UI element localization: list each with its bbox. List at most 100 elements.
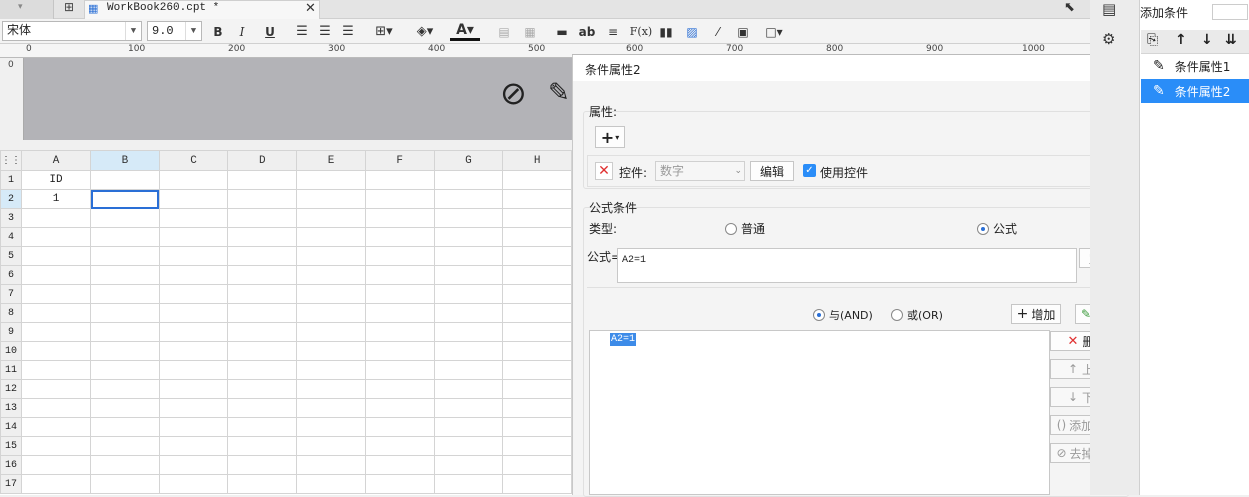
font-size-select[interactable]: 9.0 ▼ — [147, 21, 202, 41]
cell[interactable] — [296, 170, 366, 190]
cell[interactable] — [296, 189, 366, 209]
use-control-checkbox[interactable]: ✓ — [803, 164, 816, 177]
copy-icon[interactable]: ⎘ — [1147, 32, 1158, 48]
merge-icon[interactable]: ▤ — [496, 22, 512, 41]
italic-button[interactable]: I — [234, 22, 250, 41]
row-header[interactable]: 3 — [0, 208, 22, 228]
move-bottom-icon[interactable]: ⇊ — [1225, 32, 1237, 48]
border-icon[interactable]: ⊞▾ — [370, 22, 398, 41]
row-header[interactable]: 15 — [0, 436, 22, 456]
row-header[interactable]: 12 — [0, 379, 22, 399]
type-formula-radio[interactable]: 公式 — [977, 220, 1017, 237]
type-normal-radio[interactable]: 普通 — [725, 220, 765, 237]
panel-input[interactable] — [1212, 4, 1248, 20]
row-header[interactable]: 8 — [0, 303, 22, 323]
cell[interactable] — [364, 170, 435, 190]
row-header[interactable]: 9 — [0, 322, 22, 342]
condition-list[interactable]: A2=1 — [589, 330, 1050, 495]
edit-button[interactable]: 编辑 — [750, 161, 794, 181]
row-header[interactable]: 7 — [0, 284, 22, 304]
arrow-down-icon[interactable]: ↓ — [1201, 32, 1213, 48]
ruler-tick: 500 — [528, 44, 546, 54]
font-select[interactable]: 宋体 ▼ — [2, 21, 142, 41]
formula-button[interactable]: F(x) — [630, 22, 652, 41]
row-header[interactable]: 17 — [0, 474, 22, 494]
font-color-icon[interactable]: A▾ — [450, 22, 480, 41]
cell[interactable] — [433, 189, 504, 209]
row-header[interactable]: 16 — [0, 455, 22, 475]
column-header[interactable]: H — [502, 150, 572, 171]
minus-icon[interactable]: ▬ — [554, 22, 570, 41]
chart-icon[interactable]: ▮▮ — [658, 22, 674, 41]
ruler-tick: 400 — [428, 44, 446, 54]
bold-button[interactable]: B — [210, 22, 226, 41]
slash-icon[interactable]: ⁄ — [710, 22, 726, 41]
close-icon[interactable]: ✕ — [305, 1, 316, 16]
select-all-corner[interactable]: ⋮⋮ — [0, 150, 22, 171]
frame-icon[interactable]: □▾ — [760, 22, 788, 41]
layout-icon[interactable]: ▤ — [1102, 0, 1116, 18]
control-value: 数字 — [660, 164, 685, 178]
cell-b2-selected[interactable] — [90, 189, 160, 209]
remove-control-icon[interactable]: ✕ — [595, 162, 613, 180]
pencil-icon[interactable]: ✎ — [548, 78, 570, 108]
cell[interactable] — [158, 170, 229, 190]
cell[interactable] — [502, 170, 572, 190]
row-header[interactable]: 10 — [0, 341, 22, 361]
right-icon-column: ⬉ ▤ ⚙ — [1064, 0, 1139, 495]
add-attribute-button[interactable]: + ▾ — [595, 126, 625, 148]
fill-color-icon[interactable]: ◈▾ — [410, 22, 440, 41]
paragraph-icon[interactable]: ≡ — [605, 22, 621, 41]
cell[interactable] — [227, 189, 298, 209]
or-radio[interactable]: 或(OR) — [891, 307, 943, 323]
column-header[interactable]: G — [433, 150, 504, 171]
radio-icon — [891, 309, 903, 321]
align-right-icon[interactable]: ☰ — [340, 22, 356, 41]
add-button[interactable]: + 增加 — [1011, 304, 1061, 324]
align-center-icon[interactable]: ☰ — [317, 22, 333, 41]
row-header[interactable]: 4 — [0, 227, 22, 247]
row-header[interactable]: 2 — [0, 189, 22, 209]
column-header[interactable]: B — [90, 150, 160, 171]
condition-item-2[interactable]: ✎ 条件属性2 — [1141, 79, 1249, 103]
column-header[interactable]: D — [227, 150, 298, 171]
and-radio[interactable]: 与(AND) — [813, 307, 873, 323]
align-left-icon[interactable]: ☰ — [294, 22, 310, 41]
row-header[interactable]: 14 — [0, 417, 22, 437]
cell-a2[interactable]: 1 — [20, 189, 92, 209]
cell[interactable] — [364, 189, 435, 209]
tab-dropdown[interactable]: ▾ — [0, 0, 54, 19]
cell[interactable] — [433, 170, 504, 190]
control-label: 控件: — [619, 166, 648, 180]
column-header[interactable]: A — [20, 150, 92, 171]
underline-button[interactable]: U — [262, 22, 278, 41]
formula-input[interactable]: A2=1 — [617, 248, 1077, 283]
image-icon[interactable]: ▨ — [683, 22, 701, 41]
condition-item-1[interactable]: ✎ 条件属性1 — [1141, 54, 1249, 78]
text-format-button[interactable]: ab — [578, 22, 596, 41]
cell[interactable] — [227, 170, 298, 190]
cell-a1[interactable]: ID — [20, 170, 92, 190]
tab-workbook[interactable]: ▦ WorkBook260.cpt * ✕ — [84, 0, 320, 19]
eye-off-icon[interactable]: ⊘ — [500, 74, 527, 112]
row-header[interactable]: 13 — [0, 398, 22, 418]
subreport-icon[interactable]: ▣ — [735, 22, 751, 41]
cell[interactable] — [158, 189, 229, 209]
column-header[interactable]: C — [158, 150, 229, 171]
column-header[interactable]: F — [364, 150, 435, 171]
row-header[interactable]: 1 — [0, 170, 22, 190]
workbook-icon: ▦ — [88, 2, 99, 15]
row-header[interactable]: 5 — [0, 246, 22, 266]
column-header[interactable]: E — [296, 150, 366, 171]
condition-list-item[interactable]: A2=1 — [610, 333, 637, 346]
row-header[interactable]: 6 — [0, 265, 22, 285]
cell[interactable] — [502, 189, 572, 209]
cell[interactable] — [90, 170, 160, 190]
formula-eq-label: 公式= — [587, 250, 622, 264]
row-header[interactable]: 11 — [0, 360, 22, 380]
settings-icon[interactable]: ⚙ — [1102, 30, 1115, 48]
control-select[interactable]: 数字 ⌄ — [655, 161, 745, 181]
arrow-up-icon[interactable]: ↑ — [1175, 32, 1187, 48]
chevron-down-icon: ▼ — [185, 22, 201, 40]
unmerge-icon[interactable]: ▦ — [522, 22, 538, 41]
